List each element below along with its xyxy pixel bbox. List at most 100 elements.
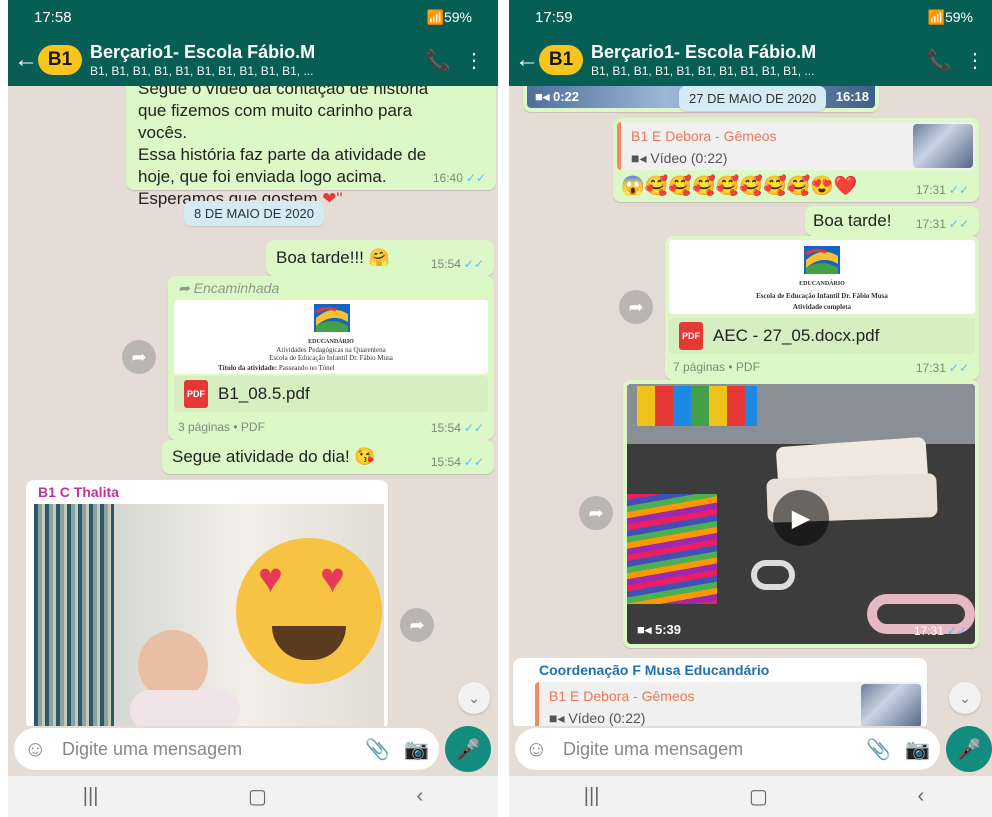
message-text: Boa tarde!	[813, 211, 892, 230]
chat-header: ← B1 Berçario1- Escola Fábio.M B1, B1, B…	[8, 34, 498, 86]
educandario-logo-icon	[804, 246, 840, 274]
chat-title-area[interactable]: Berçario1- Escola Fábio.M B1, B1, B1, B1…	[591, 42, 921, 78]
recents-icon[interactable]: |||	[584, 785, 600, 808]
video-time: 16:18	[835, 89, 869, 104]
message-meta: 17:31 ✓✓	[916, 361, 969, 375]
document-file-row[interactable]: PDF AEC - 27_05.docx.pdf	[669, 318, 975, 354]
play-icon[interactable]: ▶	[773, 490, 829, 546]
mic-icon[interactable]: 🎤	[445, 726, 491, 772]
camera-icon[interactable]: 📷	[404, 737, 429, 762]
emoji-icon[interactable]: ☺	[525, 736, 555, 762]
more-options-icon[interactable]: ⋮	[456, 48, 492, 73]
forward-icon[interactable]: ➦	[579, 496, 613, 530]
status-bar: 17:59 📶 59%	[509, 0, 992, 34]
read-ticks-icon: ✓✓	[946, 624, 967, 638]
message-composer[interactable]: ☺ Digite uma mensagem 📎 📷	[515, 728, 940, 770]
message-meta: 15:54 ✓✓	[431, 257, 484, 271]
message-text: Segue atividade do dia! 😘	[172, 447, 376, 466]
shared-photo[interactable]: ♥ ♥	[34, 504, 384, 726]
forwarded-document-message[interactable]: ➦ Encaminhada EDUCANDÁRIO Atividades Ped…	[168, 276, 494, 440]
message-time: 15:54	[430, 257, 461, 271]
emoji-icon[interactable]: ☺	[24, 736, 54, 762]
message-meta: 17:31 ✓✓	[916, 217, 969, 231]
video-duration: 5:39	[655, 622, 682, 637]
chat-title-area[interactable]: Berçario1- Escola Fábio.M B1, B1, B1, B1…	[90, 42, 420, 78]
boa-tarde-message[interactable]: Boa tarde! 17:31 ✓✓	[805, 206, 979, 236]
message-list[interactable]: Segue o vídeo da contação de história qu…	[8, 86, 498, 726]
forward-icon[interactable]: ➦	[619, 290, 653, 324]
paint-pots	[637, 386, 757, 426]
message-list[interactable]: ■◂ 0:22 16:18 27 DE MAIO DE 2020 B1 E De…	[509, 86, 992, 726]
message-time: 17:31	[915, 217, 946, 231]
video-duration: 0:22	[553, 89, 580, 104]
doc-line-2: Atividade completa	[792, 303, 852, 311]
video-camera-icon: ■◂	[637, 622, 655, 637]
battery-level: 59%	[443, 9, 472, 25]
chat-header: ← B1 Berçario1- Escola Fábio.M B1, B1, B…	[509, 34, 992, 86]
image-message[interactable]: B1 C Thalita ♥ ♥	[26, 480, 388, 726]
forwarded-icon: ➦	[178, 280, 194, 296]
scroll-down-icon[interactable]: ⌄	[458, 682, 490, 714]
atividade-message[interactable]: Segue atividade do dia! 😘 15:54 ✓✓	[162, 440, 494, 474]
video-camera-icon: ■◂	[549, 710, 569, 726]
quote-sender: B1 E Debora - Gêmeos	[631, 128, 777, 144]
back-arrow-icon[interactable]: ←	[14, 46, 38, 74]
group-avatar[interactable]: B1	[539, 45, 583, 75]
camera-icon[interactable]: 📷	[905, 737, 930, 762]
forward-icon[interactable]: ➦	[122, 340, 156, 374]
doc-title-label: Título da atividade:	[218, 364, 278, 372]
forwarded-label: ➦ Encaminhada	[178, 280, 279, 297]
quoted-message[interactable]: B1 E Debora - Gêmeos ■◂ Vídeo (0:22)	[617, 122, 975, 170]
status-bar: 17:58 📶 59%	[8, 0, 498, 34]
pdf-icon: PDF	[679, 322, 703, 350]
message-composer[interactable]: ☺ Digite uma mensagem 📎 📷	[14, 728, 439, 770]
add-call-icon[interactable]: 📞	[420, 48, 456, 73]
video-thumbnail[interactable]: ▶ ■◂ 5:39 17:31 ✓✓	[627, 384, 975, 644]
android-nav-bar: ||| ▢ ‹	[8, 776, 498, 817]
chat-participants: B1, B1, B1, B1, B1, B1, B1, B1, B1, B1, …	[90, 64, 314, 78]
status-time: 17:59	[535, 8, 573, 26]
home-icon[interactable]: ▢	[749, 784, 768, 809]
recents-icon[interactable]: |||	[83, 785, 99, 808]
message-meta: 15:54 ✓✓	[431, 421, 484, 435]
message-time: 17:31	[915, 183, 946, 197]
forward-icon[interactable]: ➦	[400, 608, 434, 642]
quoted-message[interactable]: B1 E Debora - Gêmeos ■◂ Vídeo (0:22)	[535, 682, 923, 726]
heart-eyes-emoji: ♥ ♥	[236, 538, 382, 684]
mic-icon[interactable]: 🎤	[946, 726, 992, 772]
attach-icon[interactable]: 📎	[866, 737, 891, 762]
message-input[interactable]: Digite uma mensagem	[563, 739, 852, 760]
quote-thumbnail	[861, 684, 921, 726]
nav-back-icon[interactable]: ‹	[918, 785, 925, 808]
nav-back-icon[interactable]: ‹	[417, 785, 424, 808]
video-camera-icon: ■◂	[535, 89, 553, 104]
more-options-icon[interactable]: ⋮	[957, 48, 992, 73]
message-input[interactable]: Digite uma mensagem	[62, 739, 351, 760]
scroll-down-icon[interactable]: ⌄	[949, 682, 981, 714]
chat-participants: B1, B1, B1, B1, B1, B1, B1, B1, B1, B1, …	[591, 64, 815, 78]
doc-brand: EDUCANDÁRIO	[308, 339, 354, 345]
pdf-icon: PDF	[184, 380, 208, 408]
story-line-4: Essa história faz parte da atividade de	[138, 145, 427, 164]
emoji-reply-message[interactable]: B1 E Debora - Gêmeos ■◂ Vídeo (0:22) 😱🥰🥰…	[613, 118, 979, 202]
message-text: Boa tarde!!! 🤗	[276, 248, 390, 267]
attach-icon[interactable]: 📎	[365, 737, 390, 762]
story-line-2: que fizemos com muito carinho para	[138, 101, 413, 120]
home-icon[interactable]: ▢	[248, 784, 267, 809]
document-file-row[interactable]: PDF B1_08.5.pdf	[174, 376, 488, 412]
left-phone-screen: 17:58 📶 59% ← B1 Berçario1- Escola Fábio…	[8, 0, 498, 817]
boa-tarde-message[interactable]: Boa tarde!!! 🤗 15:54 ✓✓	[266, 240, 494, 276]
video-message[interactable]: ▶ ■◂ 5:39 17:31 ✓✓	[623, 380, 979, 648]
sender-name: Coordenação F Musa Educandário	[539, 662, 770, 678]
coordination-message[interactable]: Coordenação F Musa Educandário B1 E Debo…	[513, 658, 927, 726]
group-avatar[interactable]: B1	[38, 45, 82, 75]
document-message[interactable]: EDUCANDÁRIO Escola de Educação Infantil …	[665, 236, 979, 380]
message-time: 15:54	[430, 455, 461, 469]
document-name: AEC - 27_05.docx.pdf	[713, 326, 880, 345]
document-preview[interactable]: EDUCANDÁRIO Atividades Pedagógicas na Qu…	[174, 300, 488, 374]
back-arrow-icon[interactable]: ←	[515, 46, 539, 74]
add-call-icon[interactable]: 📞	[921, 48, 957, 73]
story-message[interactable]: Segue o vídeo da contação de história qu…	[126, 86, 496, 208]
quote-sender: B1 E Debora - Gêmeos	[549, 688, 695, 704]
document-preview[interactable]: EDUCANDÁRIO Escola de Educação Infantil …	[669, 240, 975, 314]
